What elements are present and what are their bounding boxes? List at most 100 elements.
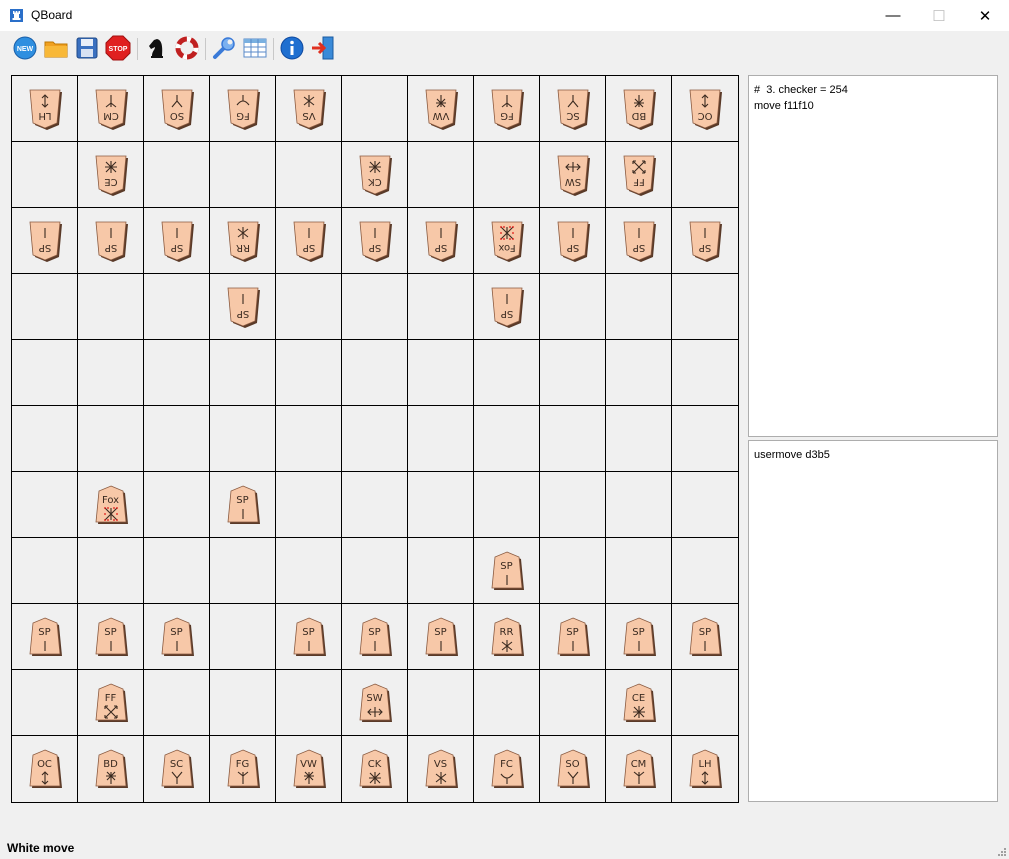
board-square[interactable] xyxy=(606,538,672,604)
game-piece[interactable]: SP xyxy=(490,550,524,592)
game-piece[interactable]: FG xyxy=(490,88,524,130)
board-square[interactable] xyxy=(474,406,540,472)
board-square[interactable]: VW xyxy=(408,76,474,142)
board-square[interactable] xyxy=(210,604,276,670)
board-square[interactable]: SP xyxy=(606,208,672,274)
board-square[interactable] xyxy=(78,406,144,472)
game-piece[interactable]: SP xyxy=(160,220,194,262)
board-square[interactable] xyxy=(144,142,210,208)
board-square[interactable] xyxy=(210,406,276,472)
board-square[interactable]: SP xyxy=(606,604,672,670)
board-square[interactable]: BD xyxy=(606,76,672,142)
board-square[interactable]: CE xyxy=(606,670,672,736)
engine-output-panel[interactable]: # 3. checker = 254 move f11f10 xyxy=(748,75,998,437)
board-square[interactable] xyxy=(12,538,78,604)
game-piece[interactable]: VW xyxy=(292,748,326,790)
board-square[interactable] xyxy=(606,274,672,340)
board-square[interactable]: CK xyxy=(342,736,408,802)
maximize-button[interactable]: ☐ xyxy=(916,0,962,31)
board-square[interactable] xyxy=(342,274,408,340)
board-square[interactable]: SP xyxy=(474,274,540,340)
game-piece[interactable]: OC xyxy=(28,748,62,790)
board-square[interactable] xyxy=(342,340,408,406)
board-square[interactable]: FC xyxy=(474,736,540,802)
game-piece[interactable]: SP xyxy=(358,220,392,262)
game-piece[interactable]: Fox xyxy=(94,484,128,526)
board-square[interactable] xyxy=(408,670,474,736)
engine-button[interactable] xyxy=(142,34,170,62)
board-square[interactable]: SP xyxy=(210,472,276,538)
board-square[interactable]: SC xyxy=(540,76,606,142)
board-square[interactable]: FG xyxy=(210,736,276,802)
game-piece[interactable]: SP xyxy=(292,220,326,262)
game-piece[interactable]: CM xyxy=(622,748,656,790)
board-square[interactable]: SP xyxy=(144,208,210,274)
board-square[interactable] xyxy=(672,538,738,604)
board-square[interactable]: SP xyxy=(342,604,408,670)
board-square[interactable]: RR xyxy=(474,604,540,670)
board-square[interactable] xyxy=(276,274,342,340)
board-square[interactable]: CK xyxy=(342,142,408,208)
board-square[interactable] xyxy=(144,274,210,340)
game-piece[interactable]: FG xyxy=(226,88,260,130)
game-piece[interactable]: CK xyxy=(358,748,392,790)
board-square[interactable]: CM xyxy=(606,736,672,802)
game-piece[interactable]: SP xyxy=(292,616,326,658)
board-square[interactable]: SP xyxy=(540,604,606,670)
board-square[interactable] xyxy=(12,472,78,538)
game-piece[interactable]: OC xyxy=(688,88,722,130)
board-square[interactable]: FF xyxy=(78,670,144,736)
game-piece[interactable]: SP xyxy=(160,616,194,658)
game-piece[interactable]: SP xyxy=(424,616,458,658)
flip-board-button[interactable] xyxy=(173,34,201,62)
board-square[interactable]: SO xyxy=(540,736,606,802)
board-square[interactable]: FG xyxy=(210,76,276,142)
game-piece[interactable]: SW xyxy=(358,682,392,724)
board-square[interactable]: VW xyxy=(276,736,342,802)
game-piece[interactable]: SP xyxy=(688,616,722,658)
board-square[interactable] xyxy=(474,142,540,208)
board-square[interactable] xyxy=(12,142,78,208)
game-piece[interactable]: SP xyxy=(94,220,128,262)
board-square[interactable] xyxy=(342,472,408,538)
game-piece[interactable]: SW xyxy=(556,154,590,196)
board-square[interactable] xyxy=(540,340,606,406)
board-square[interactable] xyxy=(606,472,672,538)
game-piece[interactable]: FF xyxy=(94,682,128,724)
board-square[interactable]: OC xyxy=(672,76,738,142)
game-piece[interactable]: BD xyxy=(94,748,128,790)
board-square[interactable]: FG xyxy=(474,76,540,142)
game-piece[interactable]: RR xyxy=(226,220,260,262)
game-piece[interactable]: SP xyxy=(556,616,590,658)
board-square[interactable]: SP xyxy=(672,208,738,274)
board-square[interactable]: SP xyxy=(474,538,540,604)
board-square[interactable] xyxy=(144,670,210,736)
board-square[interactable] xyxy=(144,406,210,472)
board-square[interactable]: BD xyxy=(78,736,144,802)
game-piece[interactable]: SP xyxy=(94,616,128,658)
board-square[interactable] xyxy=(12,670,78,736)
game-piece[interactable]: FG xyxy=(226,748,260,790)
game-piece[interactable]: LH xyxy=(688,748,722,790)
game-piece[interactable]: SC xyxy=(556,88,590,130)
board-square[interactable]: SW xyxy=(540,142,606,208)
stop-button[interactable]: STOP xyxy=(104,34,132,62)
board-square[interactable]: SP xyxy=(12,208,78,274)
game-piece[interactable]: SP xyxy=(226,484,260,526)
game-piece[interactable]: SP xyxy=(490,286,524,328)
open-button[interactable] xyxy=(42,34,70,62)
board-square[interactable]: SP xyxy=(78,604,144,670)
board-square[interactable] xyxy=(276,142,342,208)
save-button[interactable] xyxy=(73,34,101,62)
board-square[interactable] xyxy=(408,274,474,340)
board-square[interactable] xyxy=(672,472,738,538)
board-square[interactable]: SP xyxy=(12,604,78,670)
board-square[interactable] xyxy=(210,340,276,406)
board-square[interactable]: VS xyxy=(408,736,474,802)
board-square[interactable] xyxy=(474,340,540,406)
board-square[interactable] xyxy=(672,274,738,340)
board-square[interactable] xyxy=(342,538,408,604)
game-piece[interactable]: SP xyxy=(556,220,590,262)
resize-grip-icon[interactable] xyxy=(996,846,1006,856)
board-square[interactable] xyxy=(408,472,474,538)
